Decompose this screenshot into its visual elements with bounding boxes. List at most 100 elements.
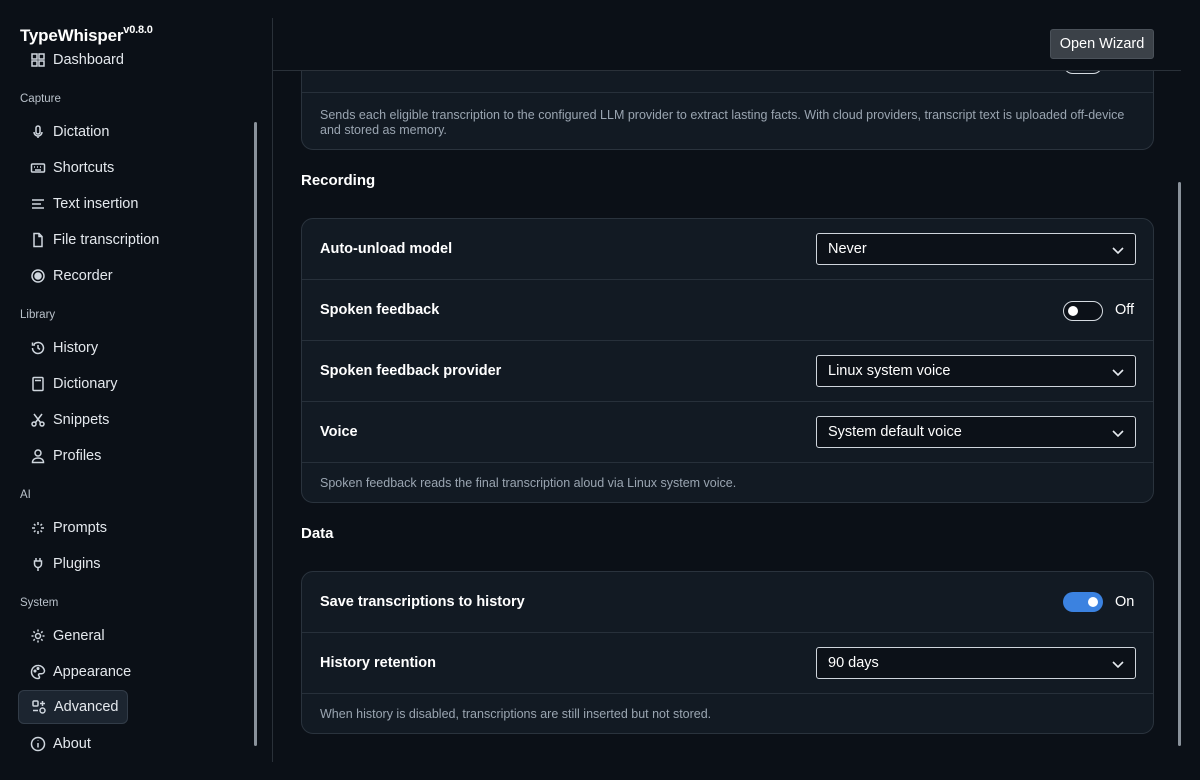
advanced-icon (31, 699, 47, 715)
spoken-feedback-row: Spoken feedback Off (302, 280, 1153, 341)
sidebar-item-shortcuts[interactable]: Shortcuts (18, 151, 128, 185)
voice-value: System default voice (828, 424, 962, 440)
recording-section-title: Recording (301, 172, 376, 189)
chevron-down-icon (1111, 657, 1125, 671)
file-icon (30, 232, 46, 248)
sidebar-item-label: Advanced (54, 699, 119, 715)
data-note: When history is disabled, transcriptions… (320, 707, 712, 721)
section-label-system: System (20, 597, 59, 609)
sidebar-item-plugins[interactable]: Plugins (18, 547, 128, 581)
open-wizard-button[interactable]: Open Wizard (1050, 29, 1154, 59)
main-scrollbar[interactable] (1178, 182, 1181, 746)
toggle-knob (1088, 597, 1098, 607)
recording-note: Spoken feedback reads the final transcri… (320, 476, 737, 490)
section-label-ai: AI (20, 489, 31, 501)
voice-row: Voice System default voice (302, 402, 1153, 463)
auto-unload-value: Never (828, 241, 867, 257)
info-icon (30, 736, 46, 752)
sidebar-item-history[interactable]: History (18, 331, 128, 365)
recording-card: Auto-unload model Never Spoken feedback … (301, 218, 1154, 503)
sidebar-item-label: About (53, 736, 91, 752)
toggle-knob (1068, 305, 1078, 316)
sidebar-item-label: Dashboard (53, 52, 124, 68)
memory-card: Sends each eligible transcription to the… (301, 71, 1154, 150)
sidebar-item-appearance[interactable]: Appearance (18, 655, 132, 689)
dashboard-icon (30, 52, 46, 68)
chevron-down-icon (1111, 426, 1125, 440)
sidebar-item-advanced[interactable]: Advanced (18, 690, 128, 724)
sidebar-item-file-transcription[interactable]: File transcription (18, 223, 178, 257)
voice-select[interactable]: System default voice (816, 416, 1136, 448)
text-lines-icon (30, 196, 46, 212)
plug-icon (30, 556, 46, 572)
sidebar: TypeWhisperv0.8.0 Dashboard Capture Dict… (0, 0, 272, 780)
history-icon (30, 340, 46, 356)
sidebar-item-profiles[interactable]: Profiles (18, 439, 128, 473)
gear-icon (30, 628, 46, 644)
spoken-feedback-provider-row: Spoken feedback provider Linux system vo… (302, 341, 1153, 402)
user-icon (30, 448, 46, 464)
sidebar-item-dictation[interactable]: Dictation (18, 115, 128, 149)
sidebar-scrollbar[interactable] (254, 122, 257, 746)
sidebar-item-label: General (53, 628, 105, 644)
sidebar-item-label: Shortcuts (53, 160, 115, 176)
sidebar-item-recorder[interactable]: Recorder (18, 259, 128, 293)
sidebar-item-label: Text insertion (53, 196, 139, 212)
auto-unload-label: Auto-unload model (320, 241, 453, 257)
spoken-feedback-provider-label: Spoken feedback provider (320, 363, 502, 379)
save-history-label: Save transcriptions to history (320, 594, 525, 610)
spoken-feedback-state: Off (1115, 302, 1135, 318)
auto-unload-row: Auto-unload model Never (302, 219, 1153, 280)
sidebar-item-label: Appearance (53, 664, 132, 680)
microphone-icon (30, 124, 46, 140)
sidebar-item-label: Profiles (53, 448, 102, 464)
sidebar-item-label: File transcription (53, 232, 160, 248)
sidebar-item-label: History (53, 340, 99, 356)
sidebar-item-prompts[interactable]: Prompts (18, 511, 128, 545)
sidebar-item-label: Prompts (53, 520, 107, 536)
sparkle-icon (30, 520, 46, 536)
app-name: TypeWhisper (20, 26, 124, 45)
sidebar-item-label: Recorder (53, 268, 113, 284)
sidebar-item-general[interactable]: General (18, 619, 128, 653)
auto-unload-select[interactable]: Never (816, 233, 1136, 265)
keyboard-icon (30, 160, 46, 176)
save-history-row: Save transcriptions to history On (302, 572, 1153, 633)
sidebar-item-dictionary[interactable]: Dictionary (18, 367, 128, 401)
history-retention-row: History retention 90 days (302, 633, 1153, 694)
memory-toggle[interactable] (1063, 71, 1103, 74)
data-section-title: Data (301, 525, 334, 542)
app-version: v0.8.0 (123, 24, 153, 36)
sidebar-item-about[interactable]: About (18, 727, 128, 761)
sidebar-item-text-insertion[interactable]: Text insertion (18, 187, 138, 221)
memory-note: Sends each eligible transcription to the… (320, 108, 1125, 137)
sidebar-divider (272, 18, 273, 762)
history-retention-value: 90 days (828, 655, 879, 671)
app-title: TypeWhisperv0.8.0 (20, 24, 153, 46)
sidebar-partial-clip: Dashboard (18, 48, 248, 68)
chevron-down-icon (1111, 365, 1125, 379)
save-history-state: On (1115, 594, 1135, 610)
history-retention-select[interactable]: 90 days (816, 647, 1136, 679)
voice-label: Voice (320, 424, 358, 440)
sidebar-item-label: Dictation (53, 124, 110, 140)
book-icon (30, 376, 46, 392)
section-label-capture: Capture (20, 93, 61, 105)
sidebar-item-label: Plugins (53, 556, 101, 572)
scissors-icon (30, 412, 46, 428)
palette-icon (30, 664, 46, 680)
memory-card-clip: Sends each eligible transcription to the… (301, 71, 1154, 150)
spoken-feedback-provider-value: Linux system voice (828, 363, 951, 379)
sidebar-item-dashboard[interactable]: Dashboard (18, 48, 128, 68)
section-label-library: Library (20, 309, 56, 321)
record-icon (30, 268, 46, 284)
spoken-feedback-label: Spoken feedback (320, 302, 440, 318)
sidebar-item-label: Snippets (53, 412, 110, 428)
history-retention-label: History retention (320, 655, 437, 671)
spoken-feedback-provider-select[interactable]: Linux system voice (816, 355, 1136, 387)
spoken-feedback-toggle[interactable] (1063, 301, 1103, 321)
sidebar-item-label: Dictionary (53, 376, 118, 392)
save-history-toggle[interactable] (1063, 592, 1103, 612)
sidebar-item-snippets[interactable]: Snippets (18, 403, 128, 437)
data-card: Save transcriptions to history On Histor… (301, 571, 1154, 734)
